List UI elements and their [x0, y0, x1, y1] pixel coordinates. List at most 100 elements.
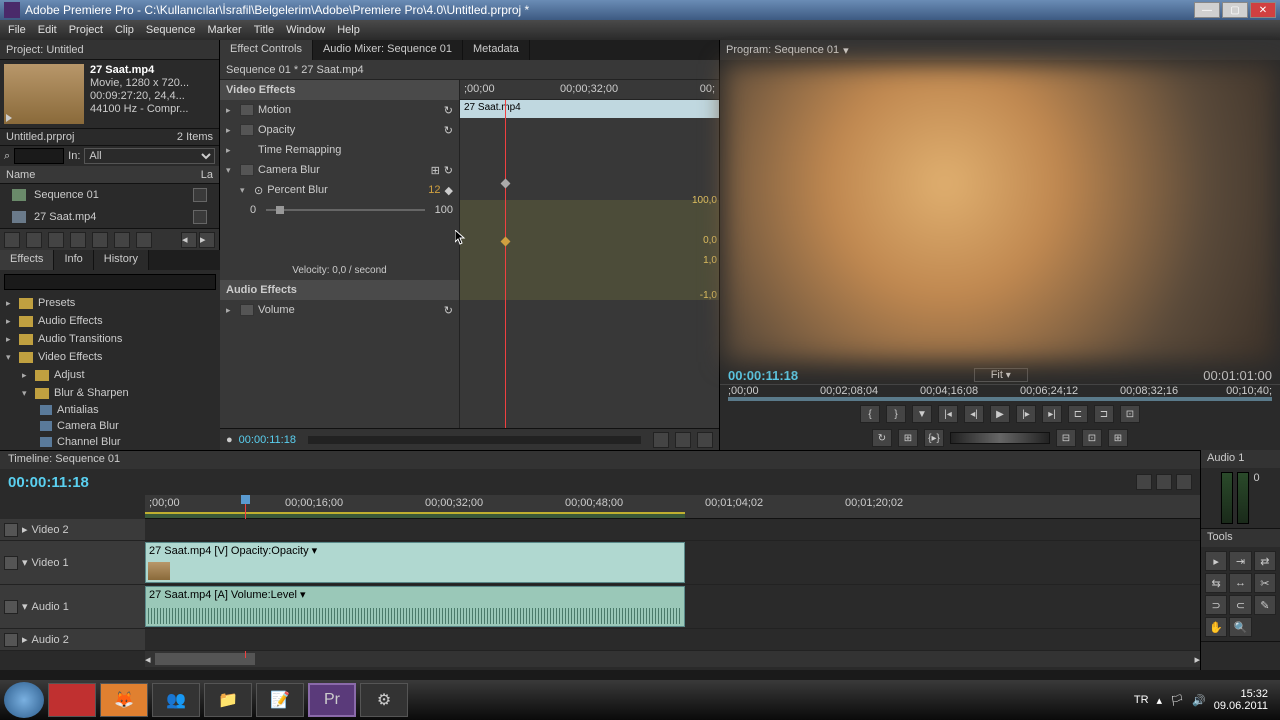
- ec-button[interactable]: [697, 432, 713, 448]
- step-back-button[interactable]: ◂|: [964, 405, 984, 423]
- rolling-tool[interactable]: ⇆: [1205, 573, 1227, 593]
- keyframe-icon[interactable]: [501, 179, 511, 189]
- tl-button[interactable]: [1176, 474, 1192, 490]
- folder-blur-sharpen[interactable]: ▾Blur & Sharpen: [0, 384, 220, 402]
- delete-button[interactable]: [136, 232, 152, 248]
- go-to-out-button[interactable]: ▸|: [1042, 405, 1062, 423]
- folder-adjust[interactable]: ▸Adjust: [0, 366, 220, 384]
- icon-view-button[interactable]: [26, 232, 42, 248]
- step-fwd-button[interactable]: |▸: [1016, 405, 1036, 423]
- taskbar-explorer-icon[interactable]: 📁: [204, 683, 252, 717]
- tab-info[interactable]: Info: [54, 250, 93, 270]
- menu-sequence[interactable]: Sequence: [146, 24, 196, 36]
- track-audio1[interactable]: 27 Saat.mp4 [A] Volume:Level ▾: [145, 585, 1200, 629]
- prop-time-remap[interactable]: ▸Time Remapping: [220, 140, 459, 160]
- rate-tool[interactable]: ↔: [1229, 573, 1251, 593]
- find-button[interactable]: [70, 232, 86, 248]
- effect-channel-blur[interactable]: Channel Blur: [0, 434, 220, 450]
- ec-button[interactable]: [653, 432, 669, 448]
- project-search-input[interactable]: [14, 148, 64, 164]
- col-name[interactable]: Name: [6, 169, 35, 181]
- ec-timecode[interactable]: 00:00:11:18: [239, 434, 296, 446]
- track-video2[interactable]: [145, 519, 1200, 541]
- export-frame-button[interactable]: ⊡: [1120, 405, 1140, 423]
- timeline-ruler[interactable]: ;00;00 00;00;16;00 00;00;32;00 00;00;48;…: [145, 495, 1200, 519]
- track-head-audio2[interactable]: ▸Audio 2: [0, 629, 145, 651]
- automate-button[interactable]: [48, 232, 64, 248]
- trim-button[interactable]: ⊟: [1056, 429, 1076, 447]
- list-view-button[interactable]: [4, 232, 20, 248]
- clock-time[interactable]: 15:32: [1214, 688, 1268, 700]
- zoom-fit-select[interactable]: Fit ▾: [974, 368, 1028, 382]
- output-button[interactable]: {▸}: [924, 429, 944, 447]
- jog-slider[interactable]: [950, 432, 1050, 444]
- razor-tool[interactable]: ✂: [1254, 573, 1276, 593]
- ripple-tool[interactable]: ⇄: [1254, 551, 1276, 571]
- filter-select[interactable]: All: [84, 148, 215, 164]
- go-to-in-button[interactable]: |◂: [938, 405, 958, 423]
- hand-tool[interactable]: ✋: [1205, 617, 1227, 637]
- timeline-timecode[interactable]: 00:00:11:18: [8, 474, 89, 491]
- snap-button[interactable]: [1136, 474, 1152, 490]
- play-button[interactable]: ▶: [990, 405, 1010, 423]
- menu-project[interactable]: Project: [69, 24, 103, 36]
- program-ruler[interactable]: ;00;00 00;02;08;04 00;04;16;08 00;06;24;…: [720, 384, 1280, 402]
- effect-antialias[interactable]: Antialias: [0, 402, 220, 418]
- folder-audio-transitions[interactable]: ▸Audio Transitions: [0, 330, 220, 348]
- track-head-video2[interactable]: ▸Video 2: [0, 519, 145, 541]
- play-button[interactable]: ▸: [199, 232, 215, 248]
- menu-clip[interactable]: Clip: [115, 24, 134, 36]
- track-video1[interactable]: 27 Saat.mp4 [V] Opacity:Opacity ▾: [145, 541, 1200, 585]
- clock-date[interactable]: 09.06.2011: [1214, 700, 1268, 712]
- menu-edit[interactable]: Edit: [38, 24, 57, 36]
- lift-button[interactable]: ⊏: [1068, 405, 1088, 423]
- program-video[interactable]: [724, 64, 1276, 362]
- prop-volume[interactable]: ▸Volume↻: [220, 300, 459, 320]
- start-button[interactable]: [4, 682, 44, 718]
- slip-tool[interactable]: ⊃: [1205, 595, 1227, 615]
- taskbar-notes-icon[interactable]: 📝: [256, 683, 304, 717]
- dropdown-icon[interactable]: ▾: [843, 44, 849, 57]
- effect-camera-blur[interactable]: Camera Blur: [0, 418, 220, 434]
- track-head-audio1[interactable]: ▾Audio 1: [0, 585, 145, 629]
- tab-effect-controls[interactable]: Effect Controls: [220, 40, 313, 60]
- taskbar-firefox-icon[interactable]: 🦊: [100, 683, 148, 717]
- tray-icon[interactable]: 🔊: [1192, 694, 1206, 707]
- tab-history[interactable]: History: [94, 250, 149, 270]
- mark-out-button[interactable]: }: [886, 405, 906, 423]
- tab-metadata[interactable]: Metadata: [463, 40, 530, 60]
- folder-audio-effects[interactable]: ▸Audio Effects: [0, 312, 220, 330]
- safe-margins-button[interactable]: ⊞: [898, 429, 918, 447]
- tray-icon[interactable]: ▴: [1157, 694, 1163, 707]
- lang-indicator[interactable]: TR: [1134, 694, 1149, 706]
- loop-button[interactable]: ↻: [872, 429, 892, 447]
- prop-camera-blur[interactable]: ▾Camera Blur⊞↻: [220, 160, 459, 180]
- taskbar-icon[interactable]: [48, 683, 96, 717]
- prop-opacity[interactable]: ▸Opacity↻: [220, 120, 459, 140]
- slide-tool[interactable]: ⊂: [1229, 595, 1251, 615]
- col-label[interactable]: La: [201, 169, 213, 181]
- tab-audio-mixer[interactable]: Audio Mixer: Sequence 01: [313, 40, 463, 60]
- ec-playhead[interactable]: [505, 100, 506, 428]
- minimize-button[interactable]: —: [1194, 2, 1220, 18]
- maximize-button[interactable]: ▢: [1222, 2, 1248, 18]
- ec-clip-bar[interactable]: 27 Saat.mp4: [460, 100, 719, 118]
- taskbar-premiere-icon[interactable]: Pr: [308, 683, 356, 717]
- menu-marker[interactable]: Marker: [207, 24, 241, 36]
- selection-tool[interactable]: ▸: [1205, 551, 1227, 571]
- close-button[interactable]: ✕: [1250, 2, 1276, 18]
- extract-button[interactable]: ⊐: [1094, 405, 1114, 423]
- ec-time-ruler[interactable]: ;00;00 00;00;32;00 00;: [460, 80, 719, 100]
- effects-search-input[interactable]: [4, 274, 216, 290]
- button-b[interactable]: ⊞: [1108, 429, 1128, 447]
- taskbar-icon[interactable]: 👥: [152, 683, 200, 717]
- track-select-tool[interactable]: ⇥: [1229, 551, 1251, 571]
- pen-tool[interactable]: ✎: [1254, 595, 1276, 615]
- new-bin-button[interactable]: [92, 232, 108, 248]
- new-item-button[interactable]: [114, 232, 130, 248]
- folder-presets[interactable]: ▸Presets: [0, 294, 220, 312]
- project-item-clip[interactable]: 27 Saat.mp4: [0, 206, 219, 228]
- track-head-video1[interactable]: ▾Video 1: [0, 541, 145, 585]
- menu-file[interactable]: File: [8, 24, 26, 36]
- slider-range[interactable]: 0 100: [220, 200, 459, 220]
